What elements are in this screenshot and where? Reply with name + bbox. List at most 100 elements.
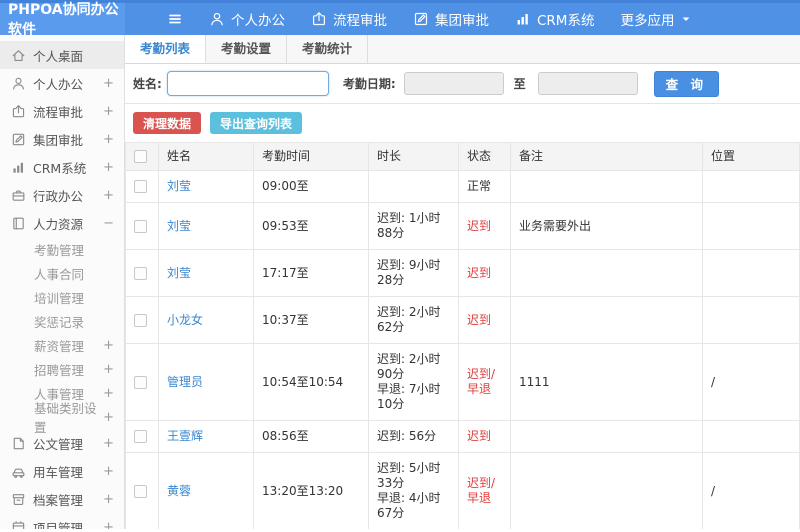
sidebar-item[interactable]: 公文管理 + (0, 429, 124, 457)
chart-icon (11, 160, 26, 175)
expand-plus-icon[interactable]: + (103, 161, 114, 174)
row-name-link[interactable]: 管理员 (158, 343, 254, 421)
sidebar-item-label: 流程审批 (33, 104, 84, 120)
sidebar-item[interactable]: 项目管理 + (0, 513, 124, 529)
row-checkbox[interactable] (134, 313, 147, 327)
sidebar-item[interactable]: 考勤管理 (0, 237, 124, 261)
expand-plus-icon[interactable]: + (103, 339, 114, 352)
row-name-link[interactable]: 刘莹 (158, 170, 254, 203)
filter-bar: 姓名: 考勤日期: 至 查 询 (125, 64, 800, 104)
tab-attendance-list[interactable]: 考勤列表 (125, 35, 207, 63)
sidebar-item[interactable]: 培训管理 (0, 285, 124, 309)
row-checkbox[interactable] (134, 180, 147, 193)
sidebar-item-label: 集团审批 (33, 132, 84, 148)
row-note (510, 420, 703, 453)
tab-attendance-settings[interactable]: 考勤设置 (206, 35, 288, 63)
expand-plus-icon[interactable]: + (103, 363, 114, 376)
row-note (510, 249, 703, 297)
row-checkbox[interactable] (134, 266, 147, 280)
nav-item[interactable]: 集团审批 (413, 9, 489, 29)
expand-plus-icon[interactable]: + (103, 493, 114, 506)
date-to-input[interactable] (537, 72, 638, 95)
collapse-minus-icon[interactable]: − (103, 217, 114, 230)
sidebar-item[interactable]: 个人桌面 (0, 41, 124, 69)
name-label: 姓名: (133, 77, 162, 91)
expand-plus-icon[interactable]: + (103, 465, 114, 478)
row-duration: 迟到: 5小时33分 早退: 4小时67分 (368, 452, 459, 529)
row-name-link[interactable]: 王壹辉 (158, 420, 254, 453)
nav-item[interactable]: 个人办公 (209, 9, 285, 29)
tab-bar: 考勤列表 考勤设置 考勤统计 (125, 35, 800, 64)
expand-plus-icon[interactable]: + (103, 437, 114, 450)
name-input[interactable] (166, 71, 329, 96)
sidebar-item[interactable]: 集团审批 + (0, 125, 124, 153)
sidebar-item[interactable]: 行政办公 + (0, 181, 124, 209)
row-checkbox[interactable] (134, 375, 147, 389)
row-location (702, 420, 800, 453)
row-status: 正常 (458, 170, 511, 203)
sidebar-item[interactable]: 基础类别设置 + (0, 401, 124, 435)
sidebar-item[interactable]: 档案管理 + (0, 485, 124, 513)
action-buttons: 清理数据 导出查询列表 (125, 104, 800, 142)
row-checkbox[interactable] (134, 219, 147, 233)
main-content: 考勤列表 考勤设置 考勤统计 姓名: 考勤日期: 至 查 询 清理数据 导出查询… (125, 35, 800, 529)
nav-item[interactable]: CRM系统 (515, 9, 594, 29)
sidebar-item[interactable]: 个人办公 + (0, 69, 124, 97)
expand-plus-icon[interactable]: + (103, 133, 114, 146)
row-time: 17:17至 (253, 249, 369, 297)
search-button[interactable]: 查 询 (653, 70, 719, 97)
row-checkbox[interactable] (134, 484, 147, 498)
row-checkbox[interactable] (134, 430, 147, 443)
sidebar-item[interactable]: 招聘管理 + (0, 357, 124, 381)
sidebar-item[interactable]: 人力资源 − (0, 209, 124, 237)
nav-item[interactable]: 流程审批 (311, 9, 387, 29)
row-status: 迟到/早退 (458, 452, 511, 529)
expand-plus-icon[interactable]: + (103, 521, 114, 530)
date-from-input[interactable] (403, 72, 504, 95)
row-name-link[interactable]: 刘莹 (158, 249, 254, 297)
sidebar-item[interactable]: 薪资管理 + (0, 333, 124, 357)
nav-item[interactable]: 更多应用 (620, 9, 692, 29)
row-select-cell (125, 452, 159, 529)
expand-plus-icon[interactable]: + (103, 411, 114, 424)
sidebar-item-label: 奖惩记录 (34, 314, 85, 330)
nav-item-label: 流程审批 (333, 13, 387, 29)
row-time: 09:53至 (253, 202, 369, 250)
sidebar-item[interactable]: CRM系统 + (0, 153, 124, 181)
row-note (510, 170, 703, 203)
sidebar-item[interactable]: 奖惩记录 (0, 309, 124, 333)
expand-plus-icon[interactable]: + (103, 387, 114, 400)
export-list-button[interactable]: 导出查询列表 (210, 112, 303, 134)
clear-data-button[interactable]: 清理数据 (133, 112, 202, 134)
row-duration: 迟到: 56分 (368, 420, 459, 453)
menu-toggle-button[interactable] (167, 3, 183, 35)
sidebar-item[interactable]: 用车管理 + (0, 457, 124, 485)
select-all-checkbox[interactable] (134, 150, 147, 163)
sidebar-item-label: 招聘管理 (34, 362, 85, 378)
date-label: 考勤日期: (342, 77, 396, 91)
row-location: / (702, 343, 800, 421)
flow-icon (11, 104, 26, 119)
book-icon (11, 216, 26, 231)
user-icon (209, 11, 225, 27)
tab-attendance-stats[interactable]: 考勤统计 (287, 35, 369, 63)
row-name-link[interactable]: 黄蓉 (158, 452, 254, 529)
row-note (510, 296, 703, 344)
expand-plus-icon[interactable]: + (103, 77, 114, 90)
sidebar-item-label: 基础类别设置 (34, 401, 97, 435)
row-duration: 迟到: 9小时28分 (368, 249, 459, 297)
row-location (702, 202, 800, 250)
row-name-link[interactable]: 小龙女 (158, 296, 254, 344)
row-select-cell (125, 296, 159, 344)
row-location (702, 249, 800, 297)
expand-plus-icon[interactable]: + (103, 189, 114, 202)
row-status: 迟到 (458, 420, 511, 453)
row-name-link[interactable]: 刘莹 (158, 202, 254, 250)
expand-plus-icon[interactable]: + (103, 105, 114, 118)
row-note: 业务需要外出 (510, 202, 703, 250)
sidebar-item[interactable]: 人事合同 (0, 261, 124, 285)
chart-icon (515, 11, 531, 27)
attendance-table: 姓名 考勤时间 时长 状态 备注 位置 刘莹 09:00至 正常 刘莹 09:53至 迟到… (125, 142, 800, 529)
row-status: 迟到 (458, 296, 511, 344)
sidebar-item[interactable]: 流程审批 + (0, 97, 124, 125)
